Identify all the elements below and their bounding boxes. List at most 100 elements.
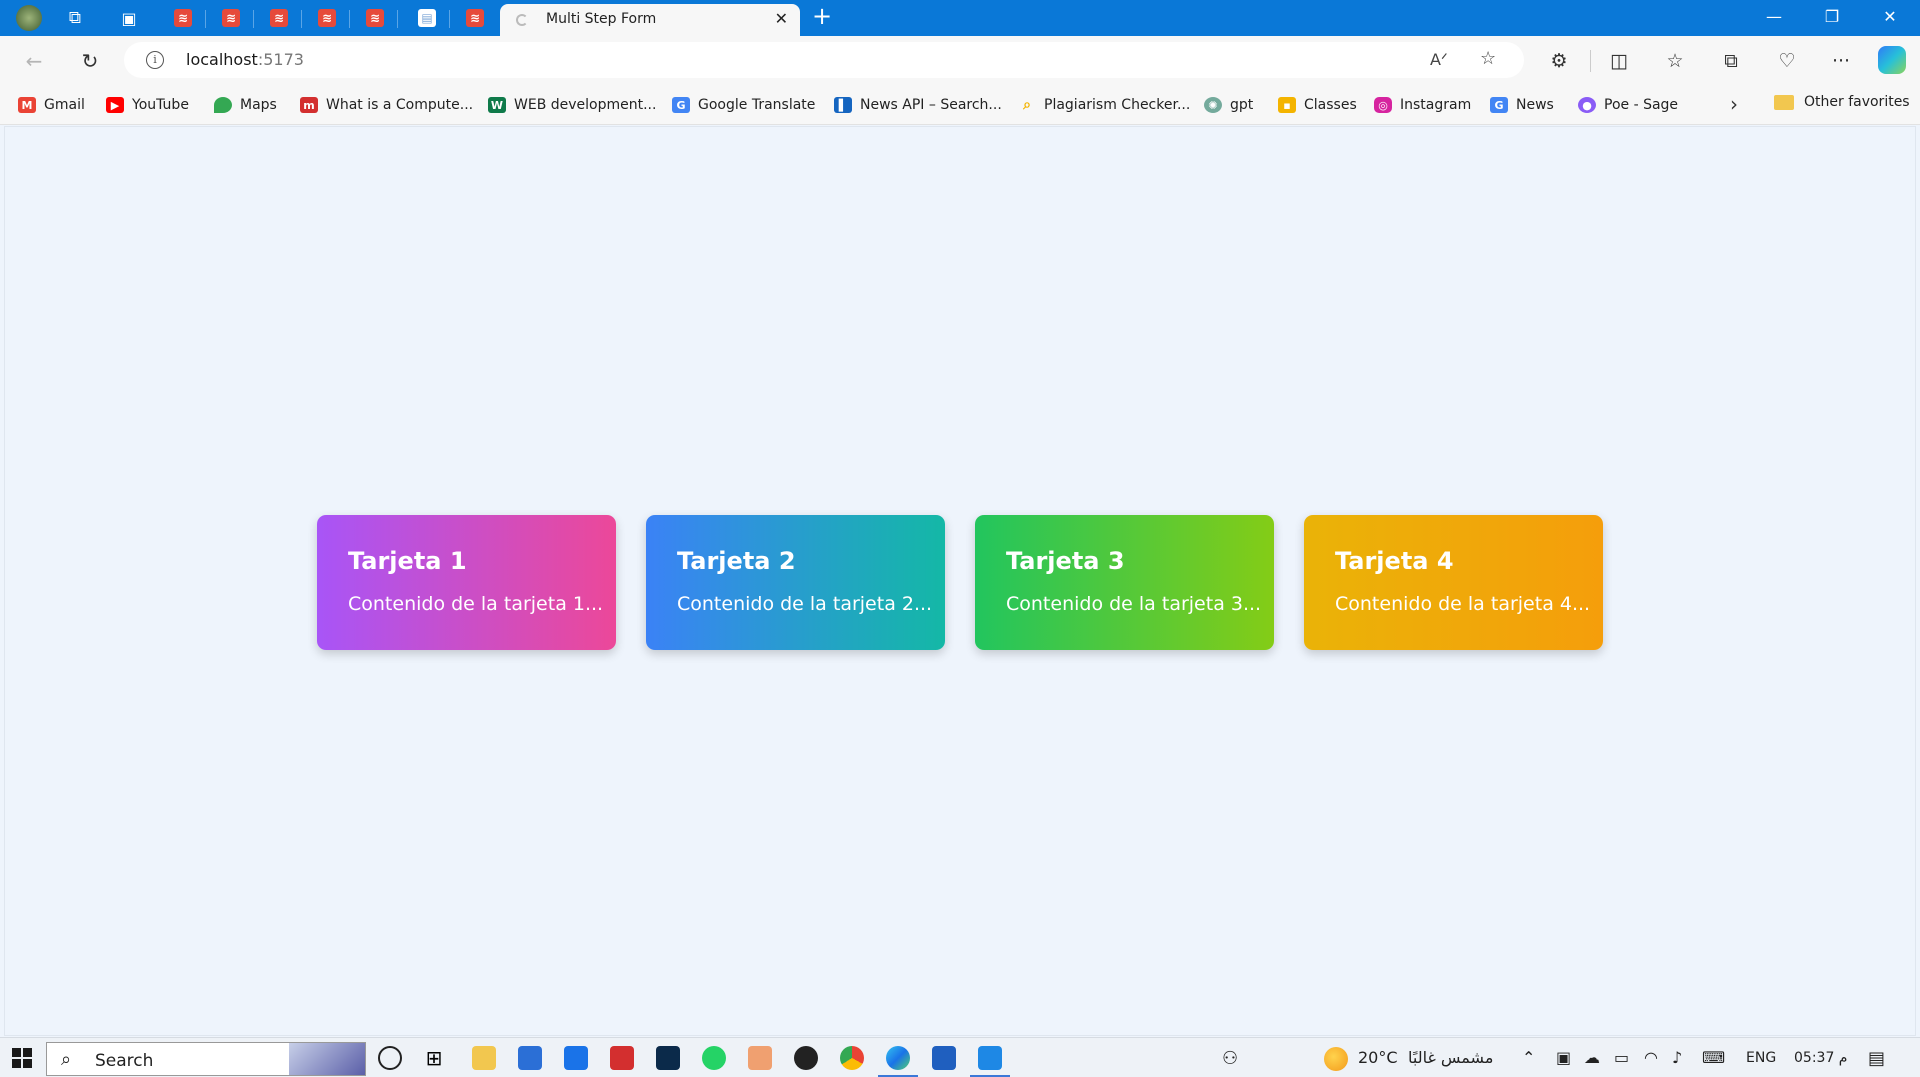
pinned-tab[interactable]: ≋ [256,4,302,32]
chrome-icon[interactable] [840,1046,864,1070]
taskbar-search[interactable]: ⌕ Search [46,1042,366,1076]
favorite-poe[interactable]: ● Poe - Sage [1578,94,1678,116]
temperature-text[interactable]: 20°C [1358,1048,1398,1067]
refresh-button[interactable]: ↻ [74,45,106,77]
card-3: Tarjeta 3 Contenido de la tarjeta 3... [975,515,1274,650]
show-hidden-icons[interactable]: ⌃ [1522,1048,1535,1067]
collections-icon[interactable]: ⧉ [1716,46,1746,76]
card-body: Contenido de la tarjeta 4... [1335,593,1591,615]
volume-icon[interactable]: ♪ [1672,1048,1682,1067]
minimize-button[interactable]: — [1745,0,1803,34]
app-icon[interactable] [932,1046,956,1070]
favorite-label: Maps [240,97,277,113]
browser-essentials-icon[interactable]: ♡ [1772,46,1802,76]
file-explorer-icon[interactable] [472,1046,496,1070]
copilot-icon[interactable] [1878,46,1906,74]
pinned-tab[interactable]: ≋ [452,4,498,32]
folder-icon [1774,94,1794,110]
search-icon: ⌕ [1023,97,1031,113]
photoshop-icon[interactable] [656,1046,680,1070]
more-menu-icon[interactable]: ··· [1826,46,1856,76]
favorite-site[interactable]: m What is a Compute... [300,94,473,116]
url-text[interactable]: localhost:5173 [186,50,304,69]
pinned-tab[interactable]: ≋ [352,4,398,32]
start-button[interactable] [12,1048,32,1068]
card-body: Contenido de la tarjeta 1... [348,593,604,615]
pinned-tab[interactable]: ≋ [208,4,254,32]
edge-icon[interactable] [886,1046,910,1070]
other-favorites-folder[interactable]: Other favorites [1774,94,1910,110]
meet-now-icon[interactable]: ▣ [1556,1048,1571,1067]
extensions-icon[interactable]: ⚙ [1544,46,1574,76]
wifi-icon[interactable]: ◠ [1644,1048,1658,1067]
new-tab-button[interactable]: + [808,2,836,30]
card-title: Tarjeta 3 [1006,547,1125,575]
vscode-icon[interactable] [978,1046,1002,1070]
favorite-label: Classes [1304,97,1357,113]
close-window-button[interactable]: ✕ [1861,0,1919,34]
weather-text[interactable]: مشمس غالبًا [1408,1048,1493,1067]
address-bar[interactable]: i localhost:5173 Aᐟ ☆ [124,42,1524,78]
favorite-google-translate[interactable]: G Google Translate [672,94,815,116]
acrobat-icon[interactable] [610,1046,634,1070]
notifications-icon[interactable]: ▤ [1868,1048,1885,1069]
favorite-maps[interactable]: Maps [214,94,277,116]
page-content: Tarjeta 1 Contenido de la tarjeta 1... T… [4,126,1916,1036]
back-button[interactable]: ← [18,45,50,77]
whatsapp-icon[interactable] [702,1046,726,1070]
search-label: Search [95,1051,154,1071]
mail-icon[interactable] [564,1046,588,1070]
favorite-label: News API – Search... [860,97,1002,113]
close-tab-icon[interactable]: ✕ [775,9,788,28]
pinned-tab[interactable]: ▤ [404,4,450,32]
microsoft-store-icon[interactable] [518,1046,542,1070]
workspaces-button[interactable]: ⧉ [52,4,98,32]
media-player-icon[interactable] [748,1046,772,1070]
document-icon: ▤ [418,9,436,27]
favorite-star-icon[interactable]: ☆ [1480,48,1496,69]
tab-bar: ⧉ ▣ ≋ ≋ ≋ ≋ ≋ ▤ ≋ Multi Step Form ✕ + — … [0,0,1920,36]
site-info-icon[interactable]: i [146,51,164,69]
battery-icon[interactable]: ▭ [1614,1048,1629,1067]
split-screen-icon[interactable]: ◫ [1604,46,1634,76]
cortana-icon[interactable] [378,1046,402,1070]
divider [1590,50,1591,72]
favorite-news-api[interactable]: ▌ News API – Search... [834,94,1002,116]
task-view-icon[interactable]: ⊞ [422,1046,446,1070]
chatgpt-icon: ✺ [1204,97,1222,113]
video-player-icon[interactable] [794,1046,818,1070]
favorite-news[interactable]: G News [1490,94,1554,116]
card-body: Contenido de la tarjeta 3... [1006,593,1262,615]
people-icon[interactable]: ⚇ [1222,1048,1238,1069]
clock[interactable]: 05:37 م [1794,1050,1847,1066]
weather-icon[interactable] [1324,1047,1348,1071]
favorites-icon[interactable]: ☆ [1660,46,1690,76]
favorite-gmail[interactable]: M Gmail [18,94,85,116]
favorite-gpt[interactable]: ✺ gpt [1204,94,1253,116]
favorite-label: Gmail [44,97,85,113]
profile-avatar[interactable] [6,4,52,32]
favorite-label: News [1516,97,1554,113]
favorite-label: Plagiarism Checker... [1044,97,1191,113]
favorite-label: Google Translate [698,97,816,113]
todoist-icon: ≋ [270,9,288,27]
card-title: Tarjeta 4 [1335,547,1454,575]
favorite-youtube[interactable]: ▶ YouTube [106,94,189,116]
favorite-classes[interactable]: ▪ Classes [1278,94,1357,116]
tab-actions-icon: ▣ [121,8,137,28]
tab-actions-button[interactable]: ▣ [106,4,152,32]
language-indicator[interactable]: ENG [1746,1050,1776,1066]
chevron-right-icon[interactable]: › [1730,92,1738,116]
restore-button[interactable]: ❐ [1803,0,1861,34]
favorite-plagiarism-checker[interactable]: ⌕ Plagiarism Checker... [1018,94,1190,116]
pinned-tab[interactable]: ≋ [160,4,206,32]
favorite-instagram[interactable]: ◎ Instagram [1374,94,1471,116]
tab-title: Multi Step Form [546,11,657,27]
card-title: Tarjeta 2 [677,547,796,575]
read-aloud-icon[interactable]: Aᐟ [1430,50,1448,69]
tab-multi-step-form[interactable]: Multi Step Form ✕ [500,4,800,36]
favorite-site[interactable]: W WEB development... [488,94,656,116]
keyboard-icon[interactable]: ⌨ [1702,1048,1725,1067]
onedrive-icon[interactable]: ☁ [1584,1048,1600,1067]
pinned-tab[interactable]: ≋ [304,4,350,32]
